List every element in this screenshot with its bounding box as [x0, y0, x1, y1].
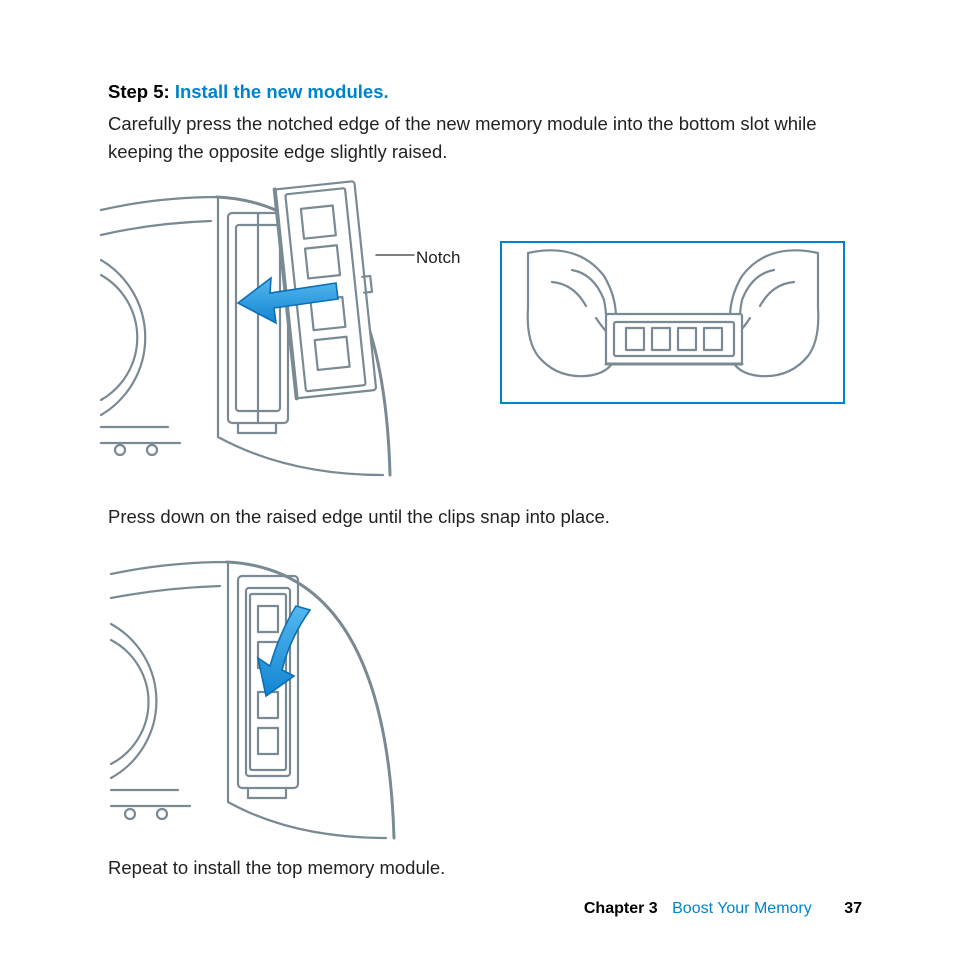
callout-notch: Notch	[416, 248, 460, 268]
diagram-insert-icon	[98, 175, 478, 485]
step-label: Step 5:	[108, 81, 170, 102]
step-heading: Step 5: Install the new modules.	[108, 78, 868, 106]
figure-press-down	[108, 546, 420, 844]
page-content: Step 5: Install the new modules. Careful…	[108, 78, 868, 882]
page-footer: Chapter 3 Boost Your Memory 37	[584, 900, 862, 918]
diagram-hold-icon	[508, 248, 838, 398]
footer-chapter-label: Chapter 3	[584, 900, 658, 917]
paragraph-1: Carefully press the notched edge of the …	[108, 110, 868, 167]
step-title: Install the new modules.	[175, 81, 389, 102]
figure-row-1: Notch	[108, 185, 868, 485]
diagram-press-icon	[108, 546, 428, 846]
paragraph-3: Repeat to install the top memory module.	[108, 854, 868, 883]
footer-chapter-title: Boost Your Memory	[672, 900, 812, 917]
paragraph-2: Press down on the raised edge until the …	[108, 503, 868, 532]
figure-hold-module	[500, 241, 845, 404]
figure-insert-module: Notch	[108, 185, 480, 485]
footer-page-number: 37	[844, 900, 862, 917]
